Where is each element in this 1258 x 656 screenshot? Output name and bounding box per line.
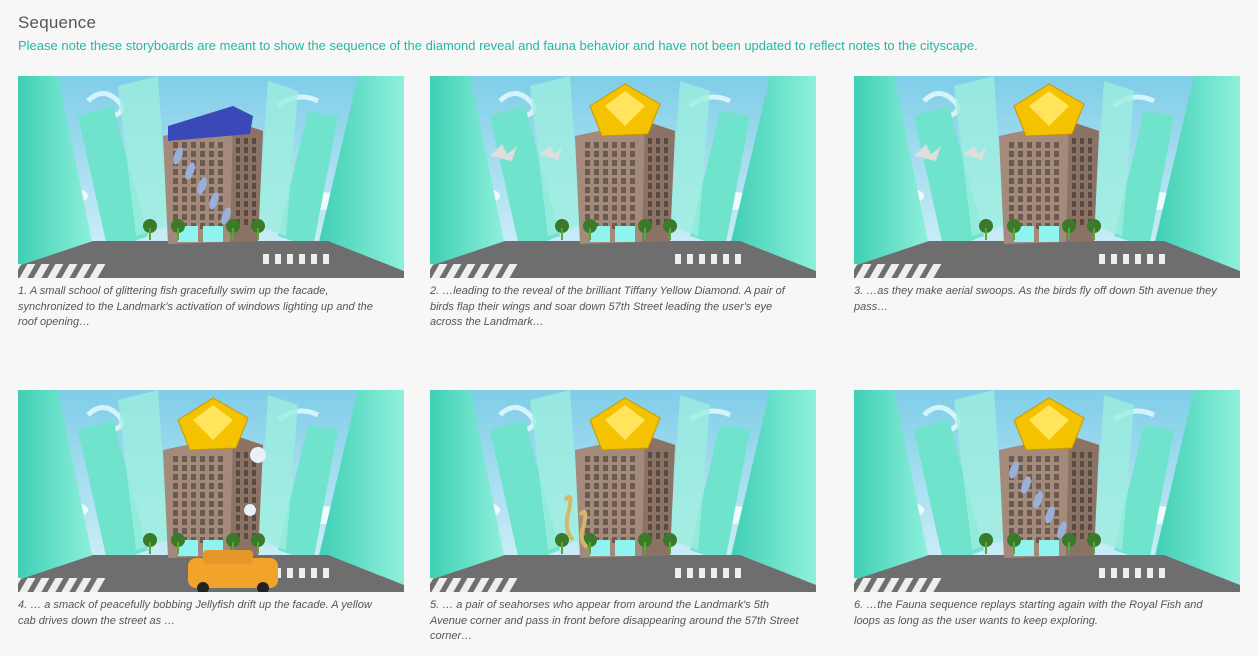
storyboard-image: [854, 390, 1240, 592]
page-title: Sequence: [18, 13, 97, 32]
storyboard-caption: 2. …leading to the reveal of the brillia…: [430, 285, 785, 328]
storyboard-caption: 4. … a smack of peacefully bobbing Jelly…: [18, 599, 372, 627]
storyboard-caption: 3. …as they make aerial swoops. As the b…: [854, 285, 1217, 313]
storyboard-image: [430, 390, 816, 592]
storyboard-caption: 1. A small school of glittering fish gra…: [18, 285, 373, 328]
storyboard-card: 5. … a pair of seahorses who appear from…: [430, 390, 816, 645]
storyboard-caption: 5. … a pair of seahorses who appear from…: [430, 599, 799, 642]
storyboard-image: [18, 76, 404, 278]
storyboard-caption: 6. …the Fauna sequence replays starting …: [854, 599, 1203, 627]
page-note: Please note these storyboards are meant …: [18, 38, 978, 53]
storyboard-image: [430, 76, 816, 278]
storyboard-image: [854, 76, 1240, 278]
storyboard-card: 3. …as they make aerial swoops. As the b…: [854, 76, 1240, 315]
storyboard-image: [18, 390, 404, 592]
storyboard-card: 4. … a smack of peacefully bobbing Jelly…: [18, 390, 404, 629]
storyboard-card: 1. A small school of glittering fish gra…: [18, 76, 404, 331]
storyboard-card: 2. …leading to the reveal of the brillia…: [430, 76, 816, 331]
storyboard-card: 6. …the Fauna sequence replays starting …: [854, 390, 1240, 629]
